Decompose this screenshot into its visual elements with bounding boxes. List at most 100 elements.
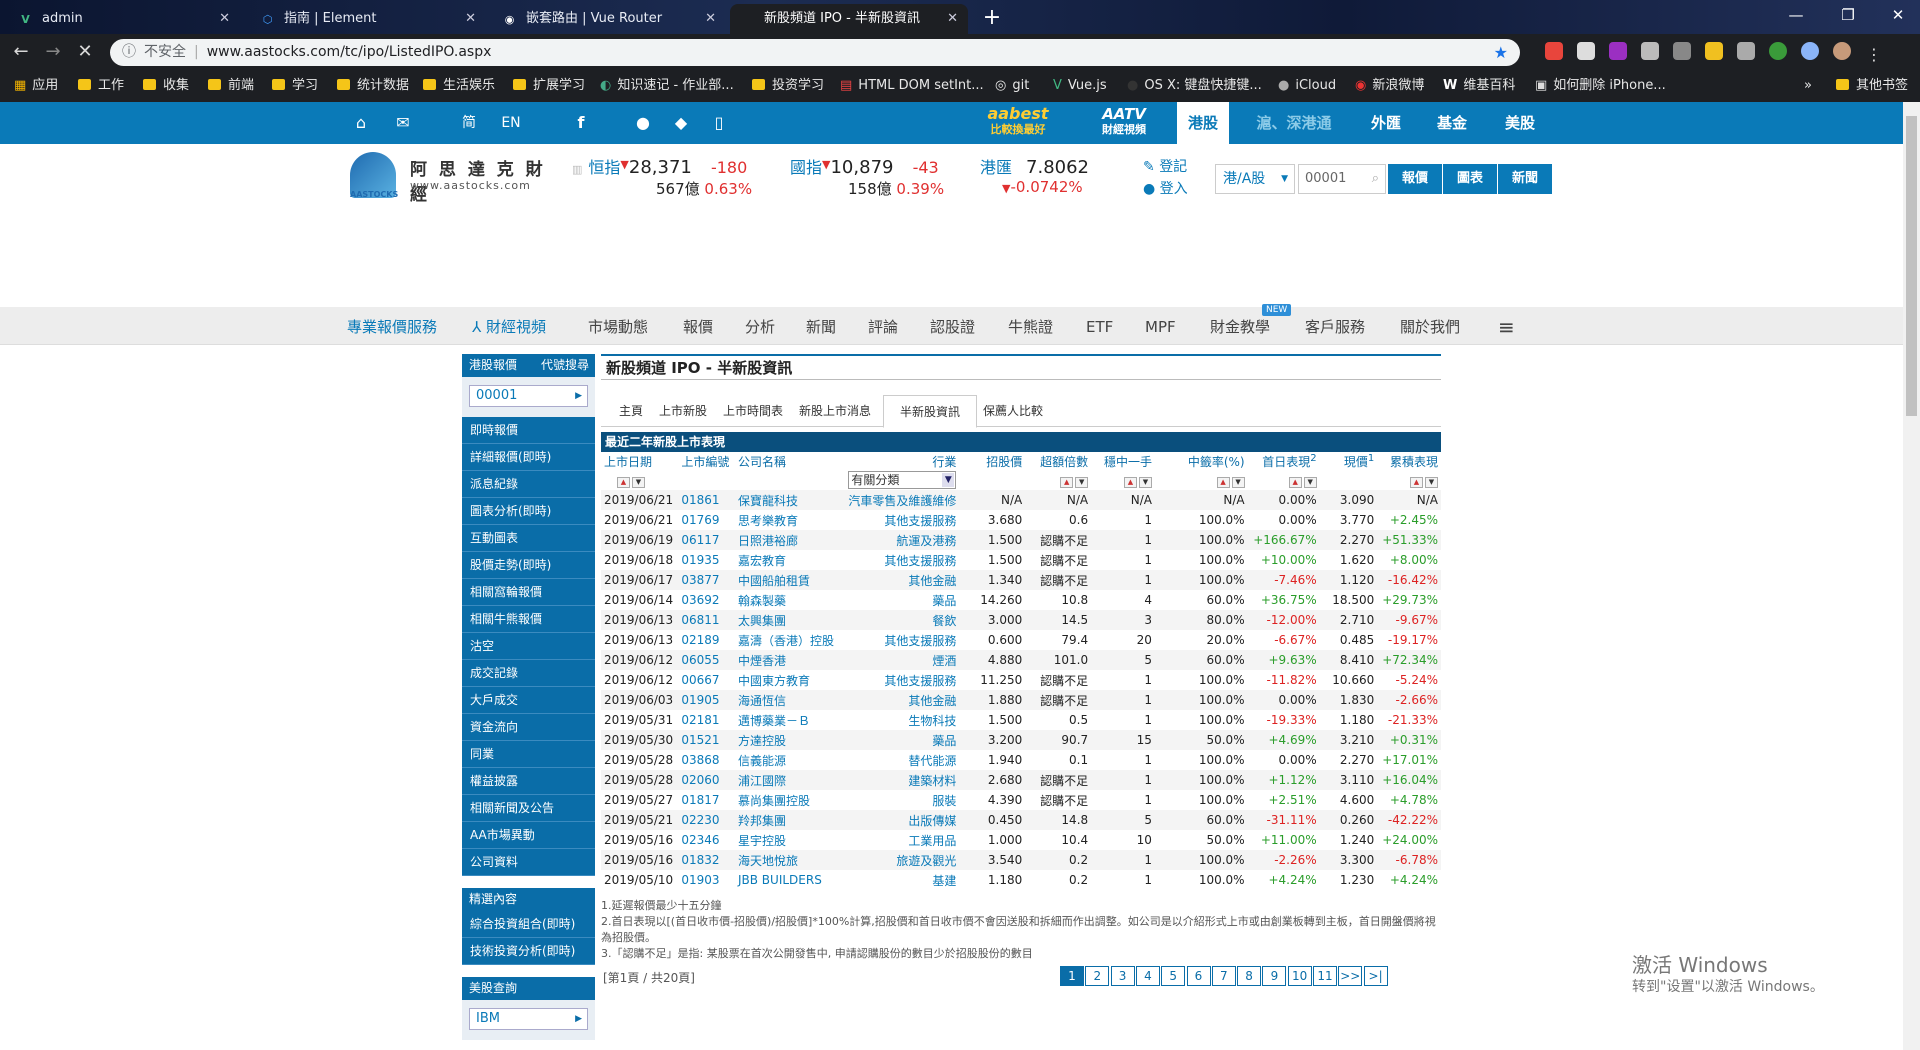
cell-code[interactable]: 03868 (678, 750, 735, 770)
menu-pro-quote[interactable]: 專業報價服務 (347, 307, 437, 345)
forward-button[interactable]: → (40, 40, 66, 64)
cell-company[interactable]: 羚邦集團 (735, 810, 842, 830)
restore-button[interactable]: ❐ (1828, 4, 1868, 26)
cell-company[interactable]: 中煙香港 (735, 650, 842, 670)
menu-comment[interactable]: 評論 (868, 307, 898, 345)
menu-dots-icon[interactable]: ⋮ (1865, 46, 1883, 64)
extension-icon[interactable] (1545, 42, 1563, 60)
cell-company[interactable]: 海天地悅旅 (735, 850, 842, 870)
cell-company[interactable]: JBB BUILDERS (735, 870, 842, 890)
cell-industry[interactable]: 工業用品 (842, 830, 959, 850)
mail-icon[interactable]: ✉ (392, 102, 414, 144)
cell-code[interactable]: 02181 (678, 710, 735, 730)
cell-code[interactable]: 01817 (678, 790, 735, 810)
sort-asc-button[interactable]: ▲ (1288, 476, 1302, 488)
home-icon[interactable]: ⌂ (350, 102, 372, 144)
sidebar-link[interactable]: 相關新聞及公告 (462, 795, 595, 822)
menu-education[interactable]: 財金教學 (1210, 307, 1270, 345)
cell-company[interactable]: 慕尚集團控股 (735, 790, 842, 810)
cell-industry[interactable]: 其他支援服務 (842, 550, 959, 570)
hkd-fx-rate[interactable]: 港匯 7.8062 ▼-0.0742% (980, 154, 1120, 196)
cell-code[interactable]: 00667 (678, 670, 735, 690)
menu-cbbc[interactable]: 牛熊證 (1008, 307, 1053, 345)
sort-desc-button[interactable]: ▼ (632, 476, 645, 488)
menu-warrants[interactable]: 認股證 (930, 307, 975, 345)
menu-quote[interactable]: 報價 (683, 307, 713, 345)
sidebar-featured-link[interactable]: 綜合投資組合(即時) (462, 911, 595, 938)
page-button[interactable]: 1 (1060, 966, 1084, 986)
page-button[interactable]: 7 (1211, 966, 1236, 986)
cell-company[interactable]: 翰森製藥 (735, 590, 842, 610)
bookmark-link[interactable]: ◎ git (995, 70, 1029, 102)
page-button[interactable]: >> (1338, 966, 1363, 986)
extension-icon[interactable] (1577, 42, 1595, 60)
cell-code[interactable]: 01905 (678, 690, 735, 710)
cell-industry[interactable]: 其他支援服務 (842, 630, 959, 650)
page-button[interactable]: 2 (1085, 966, 1110, 986)
cell-industry[interactable]: 航運及港務 (842, 530, 959, 550)
sort-desc-button[interactable]: ▼ (1075, 476, 1089, 488)
cell-company[interactable]: 信義能源 (735, 750, 842, 770)
browser-tab[interactable]: ◉ 嵌套路由 | Vue Router ✕ (492, 4, 726, 34)
cell-code[interactable]: 03877 (678, 570, 735, 590)
stock-code-input[interactable]: 00001 ⌕ (1298, 164, 1386, 194)
bookmark-folder-other[interactable]: 其他书签 (1836, 70, 1908, 102)
chart-button[interactable]: 圖表 (1443, 164, 1497, 194)
bookmark-link[interactable]: ● iCloud (1278, 70, 1336, 102)
code-search-link[interactable]: 代號搜尋 (541, 354, 589, 377)
cell-industry[interactable]: 其他金融 (842, 570, 959, 590)
bookmark-link[interactable]: ◐ 知识速记 - 作业部... (600, 70, 734, 102)
close-window-button[interactable]: ✕ (1878, 4, 1918, 26)
sidebar-link[interactable]: 相關牛熊報價 (462, 606, 595, 633)
avatar[interactable] (1833, 42, 1851, 60)
news-button[interactable]: 新聞 (1498, 164, 1552, 194)
sort-desc-button[interactable]: ▼ (1231, 476, 1245, 488)
mobile-icon[interactable]: ▯ (708, 102, 730, 144)
bookmark-folder[interactable]: 收集 (143, 70, 189, 102)
sidebar-link[interactable]: 即時報價 (462, 417, 595, 444)
bookmark-folder[interactable]: 生活娱乐 (423, 70, 495, 102)
info-icon[interactable]: ⓘ (122, 44, 136, 60)
menu-etf[interactable]: ETF (1086, 307, 1113, 345)
url-bar[interactable]: ⓘ 不安全 | www.aastocks.com/tc/ipo/ListedIPO.a… (110, 39, 1520, 66)
cell-company[interactable]: 邁博藥業－Ｂ (735, 710, 842, 730)
sort-asc-button[interactable]: ▲ (1060, 476, 1074, 488)
cell-code[interactable]: 01861 (678, 490, 735, 510)
bookmark-link[interactable]: ● OS X: 键盘快捷键... (1127, 70, 1262, 102)
sidebar-link[interactable]: 股價走勢(即時) (462, 552, 595, 579)
cell-code[interactable]: 01832 (678, 850, 735, 870)
sidebar-link[interactable]: AA市場異動 (462, 822, 595, 849)
cell-company[interactable]: 日照港裕廊 (735, 530, 842, 550)
cell-company[interactable]: 中國東方教育 (735, 670, 842, 690)
subtab-news[interactable]: 新股上市消息 (799, 395, 871, 427)
cell-industry[interactable]: 生物科技 (842, 710, 959, 730)
page-button[interactable]: 8 (1237, 966, 1262, 986)
browser-tab-active[interactable]: 新股頻道 IPO - 半新股資訊 ✕ (730, 4, 968, 34)
cell-industry[interactable]: 旅遊及觀光 (842, 850, 959, 870)
sidebar-link[interactable]: 圖表分析(即時) (462, 498, 595, 525)
industry-filter-select[interactable]: 有關分類 (848, 471, 957, 489)
cell-code[interactable]: 02189 (678, 630, 735, 650)
bookmark-folder[interactable]: 统计数据 (337, 70, 409, 102)
cell-industry[interactable]: 其他支援服務 (842, 510, 959, 530)
sidebar-link[interactable]: 互動圖表 (462, 525, 595, 552)
cell-code[interactable]: 01935 (678, 550, 735, 570)
close-tab-icon[interactable]: ✕ (705, 4, 716, 34)
bookmark-star-icon[interactable]: ★ (1494, 39, 1508, 66)
menu-video[interactable]: ⅄ 財經視頻 (472, 307, 546, 345)
page-button[interactable]: 11 (1313, 966, 1337, 986)
minimize-button[interactable]: — (1776, 4, 1816, 26)
page-button[interactable]: 6 (1186, 966, 1211, 986)
page-button[interactable]: 10 (1287, 966, 1312, 986)
cell-company[interactable]: 方達控股 (735, 730, 842, 750)
subtab-recent-ipo[interactable]: 半新股資訊 (883, 395, 978, 428)
lang-simplified-link[interactable]: 简 (458, 102, 480, 144)
cell-company[interactable]: 保寶龍科技 (735, 490, 842, 510)
bookmark-link[interactable]: ▤ HTML DOM setInt... (840, 70, 984, 102)
page-button[interactable]: 3 (1110, 966, 1135, 986)
sidebar-link[interactable]: 大戶成交 (462, 687, 595, 714)
sort-desc-button[interactable]: ▼ (1303, 476, 1317, 488)
sort-asc-button[interactable]: ▲ (1123, 476, 1137, 488)
sidebar-link[interactable]: 公司資料 (462, 849, 595, 876)
close-tab-icon[interactable]: ✕ (465, 4, 476, 34)
